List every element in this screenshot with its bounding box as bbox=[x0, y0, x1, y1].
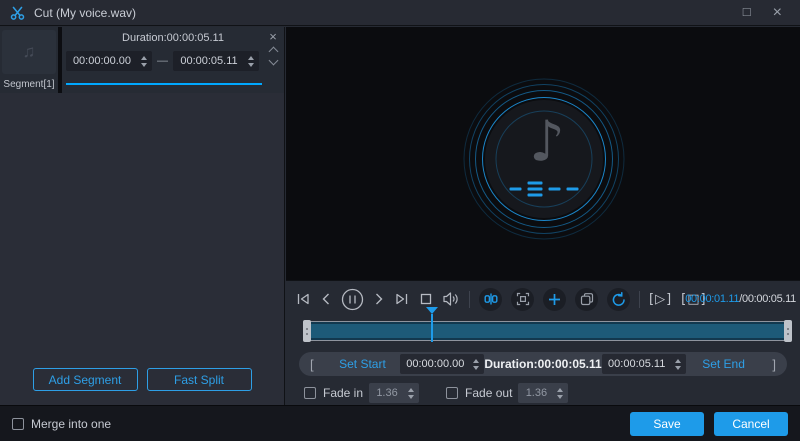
segment-panel: ♫ Segment[1] Duration:00:00:05.11 — bbox=[0, 27, 285, 405]
fast-split-button[interactable]: Fast Split bbox=[146, 368, 252, 391]
music-note-icon: ♪ bbox=[529, 109, 565, 175]
speaker-icon bbox=[442, 291, 460, 307]
plus-icon bbox=[548, 293, 561, 306]
segment-detail-card: Duration:00:00:05.11 — × bbox=[62, 27, 284, 93]
playhead[interactable] bbox=[425, 307, 438, 342]
equalizer-icon bbox=[509, 181, 579, 197]
step-forward-button[interactable] bbox=[373, 287, 385, 311]
segment-duration-label: Duration:00:00:05.11 bbox=[122, 32, 224, 44]
cancel-button[interactable]: Cancel bbox=[714, 411, 788, 436]
fade-out-label: Fade out bbox=[465, 386, 513, 400]
stop-icon bbox=[419, 292, 433, 306]
chevron-right-icon bbox=[373, 292, 385, 306]
trim-bar: [ Set Start Duration:00:00:05.11 Set End… bbox=[299, 352, 787, 376]
total-time: 00:00:05.11 bbox=[742, 293, 796, 305]
segment-end-spinner[interactable] bbox=[245, 55, 257, 67]
trim-end-handle[interactable] bbox=[784, 320, 792, 342]
end-time-spinner[interactable] bbox=[672, 358, 684, 370]
crop-region-icon bbox=[516, 292, 530, 306]
split-button[interactable] bbox=[479, 287, 502, 311]
separator bbox=[639, 290, 640, 308]
open-bracket: [ bbox=[310, 356, 314, 372]
segment-end-time-input[interactable] bbox=[173, 55, 245, 67]
reset-button[interactable] bbox=[607, 287, 630, 311]
save-button[interactable]: Save bbox=[630, 411, 704, 436]
end-time-input[interactable] bbox=[601, 358, 672, 370]
volume-button[interactable] bbox=[442, 287, 460, 311]
segment-move-down-icon[interactable] bbox=[268, 55, 278, 66]
go-start-icon bbox=[295, 291, 311, 307]
fade-out-input[interactable] bbox=[518, 387, 555, 399]
fade-in-spinner[interactable] bbox=[405, 387, 417, 399]
set-start-button[interactable]: Set Start bbox=[325, 357, 401, 371]
pause-button[interactable] bbox=[341, 287, 364, 311]
transport-bar: [▷] [□] bbox=[295, 287, 707, 311]
segment-progress-bar bbox=[66, 83, 262, 85]
add-segment-button[interactable]: Add Segment bbox=[32, 368, 138, 391]
timeline[interactable] bbox=[303, 307, 792, 342]
cut-dialog: Cut (My voice.wav) □ × ♫ Segment[1] Dura… bbox=[0, 0, 800, 441]
start-time-box bbox=[400, 354, 485, 374]
chevron-left-icon bbox=[320, 292, 332, 306]
title-bar: Cut (My voice.wav) □ × bbox=[0, 0, 800, 26]
play-segment-button[interactable]: [▷] bbox=[649, 287, 672, 311]
split-icon bbox=[484, 292, 498, 306]
separator bbox=[469, 290, 470, 308]
copy-button[interactable] bbox=[575, 287, 598, 311]
segment-thumbnail[interactable]: ♫ bbox=[2, 30, 56, 74]
start-time-spinner[interactable] bbox=[470, 358, 482, 370]
pause-icon bbox=[341, 288, 364, 311]
start-time-input[interactable] bbox=[400, 358, 471, 370]
fade-out-spinner[interactable] bbox=[554, 387, 566, 399]
timeline-track[interactable] bbox=[304, 321, 791, 341]
editor-area: ♪ [▷] [□] 00:00:01.11 / 00:00:05.11 [Se… bbox=[286, 27, 800, 405]
close-bracket: ] bbox=[772, 356, 777, 372]
merge-label: Merge into one bbox=[31, 416, 112, 431]
reset-icon bbox=[611, 291, 626, 307]
range-dash: — bbox=[157, 55, 168, 67]
maximize-button[interactable]: □ bbox=[743, 5, 751, 21]
segment-start-time-box bbox=[66, 51, 152, 71]
step-back-button[interactable] bbox=[320, 287, 332, 311]
go-start-button[interactable] bbox=[295, 287, 311, 311]
segment-remove-button[interactable]: × bbox=[269, 30, 277, 43]
segment-end-time-box bbox=[173, 51, 259, 71]
fade-out-value-box bbox=[518, 383, 569, 403]
trim-start-handle[interactable] bbox=[303, 320, 311, 342]
footer-bar: Merge into one Save Cancel bbox=[0, 405, 800, 441]
fade-out-checkbox[interactable] bbox=[446, 387, 459, 399]
current-time: 00:00:01.11 bbox=[685, 293, 740, 305]
end-time-box bbox=[601, 354, 686, 374]
close-button[interactable]: × bbox=[773, 4, 782, 21]
set-end-button[interactable]: Set End bbox=[686, 357, 762, 371]
copy-icon bbox=[580, 292, 594, 306]
fade-in-checkbox[interactable] bbox=[304, 387, 316, 399]
add-button[interactable] bbox=[543, 287, 566, 311]
audio-preview: ♪ bbox=[286, 27, 800, 280]
segment-start-time-input[interactable] bbox=[66, 55, 138, 67]
fade-in-input[interactable] bbox=[369, 387, 406, 399]
playback-controls-panel: [▷] [□] 00:00:01.11/00:00:05.11 [ Set St… bbox=[286, 280, 800, 405]
fade-in-value-box bbox=[369, 383, 420, 403]
merge-checkbox[interactable] bbox=[12, 417, 24, 430]
go-end-button[interactable] bbox=[394, 287, 410, 311]
fade-in-label: Fade in bbox=[323, 386, 364, 400]
time-display: 00:00:01.11/00:00:05.11 bbox=[685, 287, 796, 311]
go-end-icon bbox=[394, 291, 410, 307]
segment-start-spinner[interactable] bbox=[138, 55, 150, 67]
fade-options: Fade in Fade out bbox=[304, 382, 569, 404]
segment-label: Segment[1] bbox=[3, 79, 55, 90]
segment-entry[interactable]: ♫ Segment[1] Duration:00:00:05.11 — bbox=[0, 27, 284, 93]
window-title: Cut (My voice.wav) bbox=[34, 5, 137, 20]
music-note-icon: ♫ bbox=[22, 42, 36, 61]
scissors-icon bbox=[10, 6, 25, 20]
duration-label: Duration:00:00:05.11 bbox=[484, 357, 602, 371]
segment-thumbnail-column: ♫ Segment[1] bbox=[0, 27, 58, 93]
crop-region-button[interactable] bbox=[511, 287, 534, 311]
